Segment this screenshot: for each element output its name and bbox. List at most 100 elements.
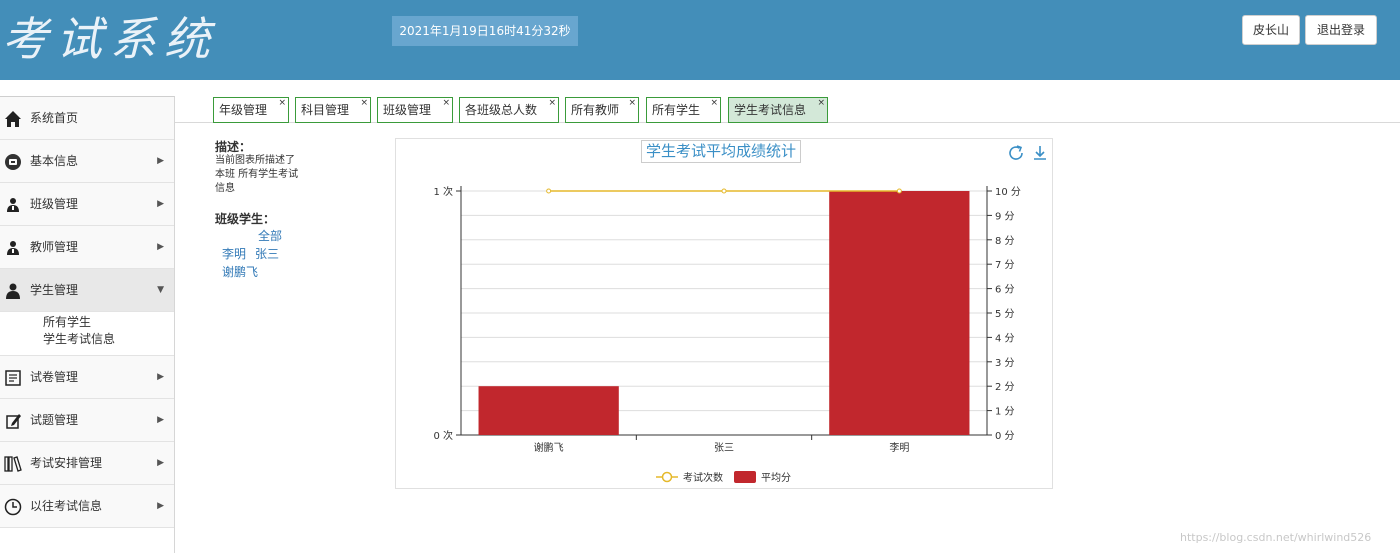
right-axis-tick-label: 4 分 (995, 332, 1015, 344)
chevron-right-icon: ▶ (157, 242, 164, 252)
sidebar-item-label: 试卷管理 (30, 370, 79, 384)
x-axis-category-label: 张三 (714, 442, 734, 454)
right-axis-tick-label: 1 分 (995, 406, 1015, 418)
description-title: 描述： (215, 140, 252, 154)
tab-label: 科目管理 (301, 103, 350, 117)
description-line: 信息 (215, 183, 235, 194)
tab-label: 所有学生 (652, 103, 701, 117)
sidebar-item-basic-info[interactable]: 基本信息 ▶ (0, 140, 174, 183)
legend-line-marker (661, 471, 673, 483)
sidebar-item-home[interactable]: 系统首页 (0, 97, 174, 140)
student-link-liming[interactable]: 李明 (222, 245, 246, 262)
logout-button[interactable]: 退出登录 (1305, 15, 1377, 45)
tab-label: 学生考试信息 (734, 103, 807, 117)
right-axis-tick-label: 2 分 (995, 381, 1015, 393)
tab-bar: 年级管理 × 科目管理 × 班级管理 × 各班级总人数 × 所有教师 × 所有学生 × 学生… (175, 97, 1400, 123)
app-logo: 考试系统 (2, 12, 218, 66)
tab-label: 年级管理 (219, 103, 268, 117)
right-axis-tick-label: 8 分 (995, 235, 1015, 247)
tab-label: 班级管理 (383, 103, 432, 117)
sidebar-item-label: 考试安排管理 (30, 456, 103, 470)
close-icon[interactable]: × (817, 91, 825, 115)
sidebar-item-label: 班级管理 (30, 197, 79, 211)
right-axis-tick-label: 0 分 (995, 430, 1015, 442)
bar (829, 191, 970, 435)
date-time-display: 2021年1月19日16时41分32秒 (392, 16, 578, 46)
sidebar-menu: 系统首页 基本信息 ▶ 班级管理 ▶ 教师管理 ▶ 学生管理 ▼ 所有学生 学生… (0, 96, 175, 553)
sidebar-item-question-management[interactable]: 试题管理 ▶ (0, 399, 174, 442)
chevron-right-icon: ▶ (157, 415, 164, 425)
student-link-xiepengfei[interactable]: 谢鹏飞 (222, 263, 258, 280)
chevron-right-icon: ▶ (157, 501, 164, 511)
close-icon[interactable]: × (710, 91, 718, 115)
tab-grade-management[interactable]: 年级管理 × (213, 97, 289, 123)
close-icon[interactable]: × (278, 91, 286, 115)
download-icon[interactable] (1030, 143, 1050, 163)
chart-container: 0 分 1 分 2 分 3 分 4 分 5 分 6 分 7 分 8 分 9 分 10 分 0 次 1 次… (395, 138, 1053, 489)
submenu-item-student-exam-info[interactable]: 学生考试信息 (0, 331, 174, 348)
legend-label-average-score: 平均分 (761, 472, 791, 484)
refresh-icon[interactable] (1006, 143, 1026, 163)
sidebar-item-label: 试题管理 (30, 413, 79, 427)
chevron-right-icon: ▶ (157, 458, 164, 468)
user-profile-button[interactable]: 皮长山 (1242, 15, 1300, 45)
clock-icon (4, 498, 22, 516)
watermark-text: https://blog.csdn.net/whirlwind526 (1180, 531, 1372, 544)
edit-icon (6, 414, 21, 429)
chevron-right-icon: ▶ (157, 156, 164, 166)
tab-class-management[interactable]: 班级管理 × (377, 97, 453, 123)
right-axis-tick-label: 7 分 (995, 259, 1015, 271)
description-line: 本班 所有学生考试 (215, 169, 299, 180)
x-axis-category-label: 谢鹏飞 (534, 441, 564, 454)
sidebar-item-paper-management[interactable]: 试卷管理 ▶ (0, 356, 174, 399)
users-icon (7, 198, 19, 212)
chevron-right-icon: ▶ (157, 199, 164, 209)
tab-class-totals[interactable]: 各班级总人数 × (459, 97, 559, 123)
bar (478, 386, 619, 435)
student-link-zhangsan[interactable]: 张三 (255, 245, 279, 262)
left-axis-tick-label: 1 次 (433, 185, 453, 198)
sidebar-item-label: 教师管理 (30, 240, 79, 254)
line-point (896, 188, 902, 194)
chevron-right-icon: ▶ (157, 372, 164, 382)
right-axis-tick-label: 6 分 (995, 284, 1015, 296)
chevron-down-icon: ▼ (157, 285, 164, 295)
close-icon[interactable]: × (548, 91, 556, 115)
sidebar-item-teacher-management[interactable]: 教师管理 ▶ (0, 226, 174, 269)
x-axis-category-label: 李明 (889, 441, 909, 454)
home-icon (5, 111, 21, 127)
sidebar-item-student-management[interactable]: 学生管理 ▼ (0, 269, 174, 312)
class-students-title: 班级学生： (215, 212, 276, 226)
right-axis-tick-label: 10 分 (995, 186, 1021, 198)
close-icon[interactable]: × (442, 91, 450, 115)
sidebar-item-label: 以往考试信息 (30, 499, 103, 513)
student-link-all[interactable]: 全部 (258, 227, 282, 244)
sidebar-item-class-management[interactable]: 班级管理 ▶ (0, 183, 174, 226)
legend-bar-swatch (734, 471, 756, 483)
sidebar-item-label: 基本信息 (30, 154, 79, 168)
user-icon (6, 283, 20, 299)
line-point (546, 188, 552, 194)
average-score-chart: 0 分 1 分 2 分 3 分 4 分 5 分 6 分 7 分 8 分 9 分 10 分 0 次 1 次… (433, 185, 1021, 484)
chart-title: 学生考试平均成绩统计 (641, 140, 802, 163)
right-axis-tick-label: 5 分 (995, 308, 1015, 320)
sidebar-item-label: 学生管理 (30, 283, 79, 297)
sidebar-item-exam-schedule[interactable]: 考试安排管理 ▶ (0, 442, 174, 485)
tab-subject-management[interactable]: 科目管理 × (295, 97, 371, 123)
submenu-item-all-students[interactable]: 所有学生 (0, 314, 174, 331)
document-icon (5, 370, 21, 386)
tab-all-students[interactable]: 所有学生 × (646, 97, 721, 123)
tab-label: 所有教师 (571, 103, 620, 117)
sidebar-item-label: 系统首页 (30, 111, 79, 125)
info-icon (5, 154, 21, 170)
tab-all-teachers[interactable]: 所有教师 × (565, 97, 639, 123)
left-axis-tick-label: 0 次 (433, 429, 453, 442)
close-icon[interactable]: × (360, 91, 368, 115)
tab-student-exam-info[interactable]: 学生考试信息 × (728, 97, 828, 123)
chart-description: 描述： 当前图表所描述了 本班 所有学生考试 信息 (215, 140, 315, 196)
right-axis-tick-label: 9 分 (995, 210, 1015, 222)
line-point (721, 188, 727, 194)
books-icon (4, 456, 22, 472)
sidebar-item-past-exams[interactable]: 以往考试信息 ▶ (0, 485, 174, 528)
close-icon[interactable]: × (628, 91, 636, 115)
